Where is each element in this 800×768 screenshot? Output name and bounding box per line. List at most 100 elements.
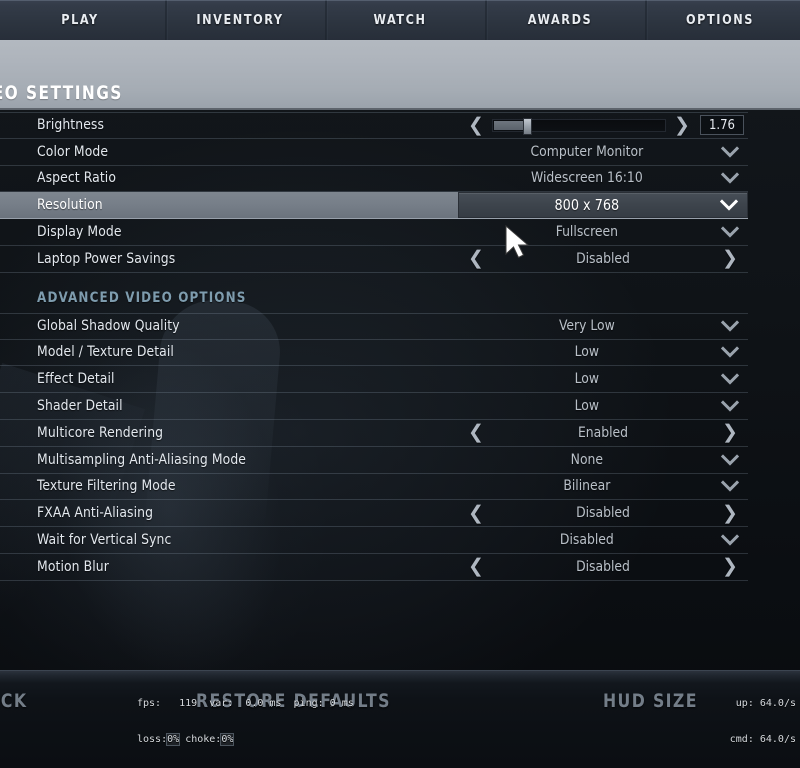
chevron-down-icon[interactable]	[720, 142, 740, 162]
setting-control[interactable]: Widescreen 16:10	[458, 166, 748, 192]
next-option-arrow[interactable]: ❯	[718, 423, 742, 442]
setting-control[interactable]: ❮ Disabled ❯	[458, 246, 748, 272]
setting-control[interactable]: 800 x 768	[458, 192, 748, 219]
setting-multicore-rendering[interactable]: Multicore Rendering ❮ Enabled ❯	[0, 420, 748, 447]
setting-label: Resolution	[37, 197, 103, 214]
chevron-down-icon[interactable]	[720, 476, 740, 496]
setting-control[interactable]: Low	[458, 393, 748, 419]
tab-inventory[interactable]: INVENTORY	[165, 0, 315, 40]
setting-control[interactable]: ❮ Disabled ❯	[458, 500, 748, 526]
slider-increase-arrow[interactable]: ❯	[670, 116, 694, 135]
setting-control[interactable]: Low	[458, 340, 748, 366]
tab-label: WATCH	[373, 12, 427, 28]
slider-handle[interactable]	[523, 117, 533, 135]
setting-effect-detail[interactable]: Effect Detail Low	[0, 366, 748, 394]
chevron-down-icon[interactable]	[720, 222, 740, 242]
setting-control[interactable]: ❮ ❯ 1.76	[458, 113, 748, 138]
tab-label: OPTIONS	[685, 12, 755, 28]
setting-value: Very Low	[558, 318, 615, 335]
setting-aspect-ratio[interactable]: Aspect Ratio Widescreen 16:10	[0, 166, 748, 193]
setting-control[interactable]: Very Low	[458, 314, 748, 339]
page-title: VIDEO SETTINGS	[0, 82, 123, 104]
setting-label: Global Shadow Quality	[37, 318, 180, 335]
setting-control[interactable]: Disabled	[458, 527, 748, 553]
video-settings-group: Brightness ❮ ❯ 1.76 Color Mode Computer Monit…	[0, 112, 748, 273]
setting-control[interactable]: Computer Monitor	[458, 139, 748, 165]
setting-brightness[interactable]: Brightness ❮ ❯ 1.76	[0, 112, 748, 139]
restore-defaults-button[interactable]: RESTORE DEFAULTS	[196, 690, 391, 712]
setting-label: Effect Detail	[37, 371, 115, 388]
tab-play[interactable]: PLAY	[6, 0, 155, 40]
setting-value: 800 x 768	[554, 196, 620, 215]
setting-control[interactable]: Fullscreen	[458, 219, 748, 245]
chevron-down-icon[interactable]	[720, 450, 740, 470]
setting-value: Fullscreen	[555, 224, 618, 241]
setting-laptop-power-savings[interactable]: Laptop Power Savings ❮ Disabled ❯	[0, 246, 748, 273]
page-title-bar: VIDEO SETTINGS	[0, 40, 800, 110]
chevron-down-icon[interactable]	[720, 168, 740, 188]
chevron-down-icon[interactable]	[720, 530, 740, 550]
setting-model-texture-detail[interactable]: Model / Texture Detail Low	[0, 340, 748, 367]
next-option-arrow[interactable]: ❯	[718, 249, 742, 268]
game-options-screen: PLAY INVENTORY WATCH AWARDS OPTIONS VIDEO SE…	[0, 0, 800, 768]
next-option-arrow[interactable]: ❯	[718, 504, 742, 523]
setting-label: Multicore Rendering	[37, 424, 164, 441]
previous-option-arrow[interactable]: ❮	[464, 504, 488, 523]
setting-value: Low	[574, 398, 600, 415]
slider-track[interactable]	[492, 117, 666, 135]
setting-msaa-mode[interactable]: Multisampling Anti-Aliasing Mode None	[0, 447, 748, 474]
setting-value: Disabled	[576, 505, 630, 522]
setting-label: Laptop Power Savings	[37, 250, 176, 267]
setting-label: Brightness	[37, 117, 105, 134]
advanced-video-options-group: Global Shadow Quality Very Low Model / Tex…	[0, 312, 748, 581]
advanced-section-heading: ADVANCED VIDEO OPTIONS	[37, 289, 247, 306]
setting-wait-for-vertical-sync[interactable]: Wait for Vertical Sync Disabled	[0, 527, 748, 554]
setting-shader-detail[interactable]: Shader Detail Low	[0, 393, 748, 420]
setting-control[interactable]: ❮ Disabled ❯	[458, 554, 748, 580]
setting-display-mode[interactable]: Display Mode Fullscreen	[0, 219, 748, 246]
tab-watch[interactable]: WATCH	[325, 0, 475, 40]
setting-value: Enabled	[577, 424, 629, 441]
setting-texture-filtering-mode[interactable]: Texture Filtering Mode Bilinear	[0, 474, 748, 501]
tab-label: AWARDS	[527, 12, 593, 28]
setting-label: Color Mode	[37, 143, 109, 160]
previous-option-arrow[interactable]: ❮	[464, 557, 488, 576]
chevron-down-icon[interactable]	[720, 316, 740, 336]
hud-size-button[interactable]: HUD SIZE	[603, 690, 698, 712]
previous-option-arrow[interactable]: ❮	[464, 249, 488, 268]
setting-label: Shader Detail	[37, 398, 123, 415]
setting-control[interactable]: ❮ Enabled ❯	[458, 420, 748, 446]
setting-value: None	[570, 451, 604, 468]
chevron-down-icon[interactable]	[720, 342, 740, 362]
tab-options[interactable]: OPTIONS	[645, 0, 795, 40]
next-option-arrow[interactable]: ❯	[718, 557, 742, 576]
setting-label: Multisampling Anti-Aliasing Mode	[37, 451, 247, 468]
setting-motion-blur[interactable]: Motion Blur ❮ Disabled ❯	[0, 554, 748, 581]
setting-value: Low	[574, 344, 600, 361]
tab-label: INVENTORY	[196, 12, 284, 28]
setting-fxaa-anti-aliasing[interactable]: FXAA Anti-Aliasing ❮ Disabled ❯	[0, 500, 748, 528]
setting-label: Wait for Vertical Sync	[37, 532, 172, 549]
setting-control[interactable]: None	[458, 447, 748, 473]
chevron-down-icon[interactable]	[720, 369, 740, 389]
setting-resolution[interactable]: Resolution 800 x 768	[0, 192, 748, 220]
tab-label: PLAY	[61, 12, 99, 28]
setting-color-mode[interactable]: Color Mode Computer Monitor	[0, 139, 748, 166]
brightness-value[interactable]: 1.76	[700, 115, 744, 136]
brightness-slider[interactable]	[488, 113, 670, 138]
chevron-down-icon[interactable]	[720, 396, 740, 416]
slider-decrease-arrow[interactable]: ❮	[464, 116, 488, 135]
setting-value: Widescreen 16:10	[530, 170, 643, 187]
setting-global-shadow-quality[interactable]: Global Shadow Quality Very Low	[0, 312, 748, 340]
setting-control[interactable]: Low	[458, 366, 748, 392]
setting-control[interactable]: Bilinear	[458, 474, 748, 500]
setting-value: Bilinear	[563, 478, 611, 495]
chevron-down-icon[interactable]	[719, 195, 739, 215]
back-button[interactable]: BACK	[0, 690, 27, 712]
setting-value: Disabled	[576, 558, 630, 575]
main-nav-tabbar: PLAY INVENTORY WATCH AWARDS OPTIONS	[0, 0, 800, 40]
setting-value: Disabled	[576, 250, 630, 267]
settings-content: Brightness ❮ ❯ 1.76 Color Mode Computer Monit…	[0, 112, 800, 660]
previous-option-arrow[interactable]: ❮	[464, 423, 488, 442]
tab-awards[interactable]: AWARDS	[485, 0, 635, 40]
